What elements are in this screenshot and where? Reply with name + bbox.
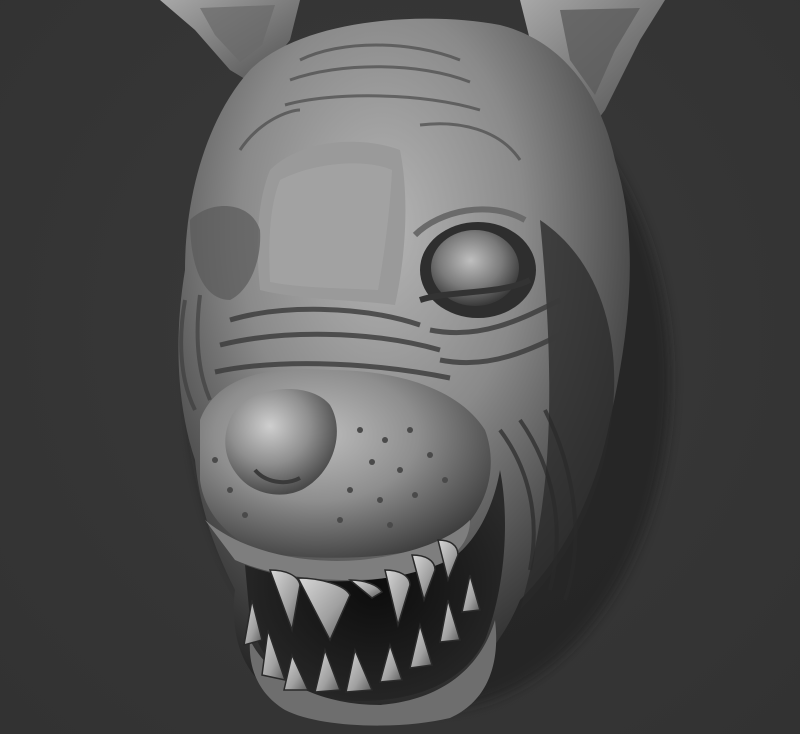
sculpt-viewport[interactable] — [0, 0, 800, 734]
forehead-highlight — [269, 163, 392, 290]
creature-head-render — [160, 0, 670, 726]
